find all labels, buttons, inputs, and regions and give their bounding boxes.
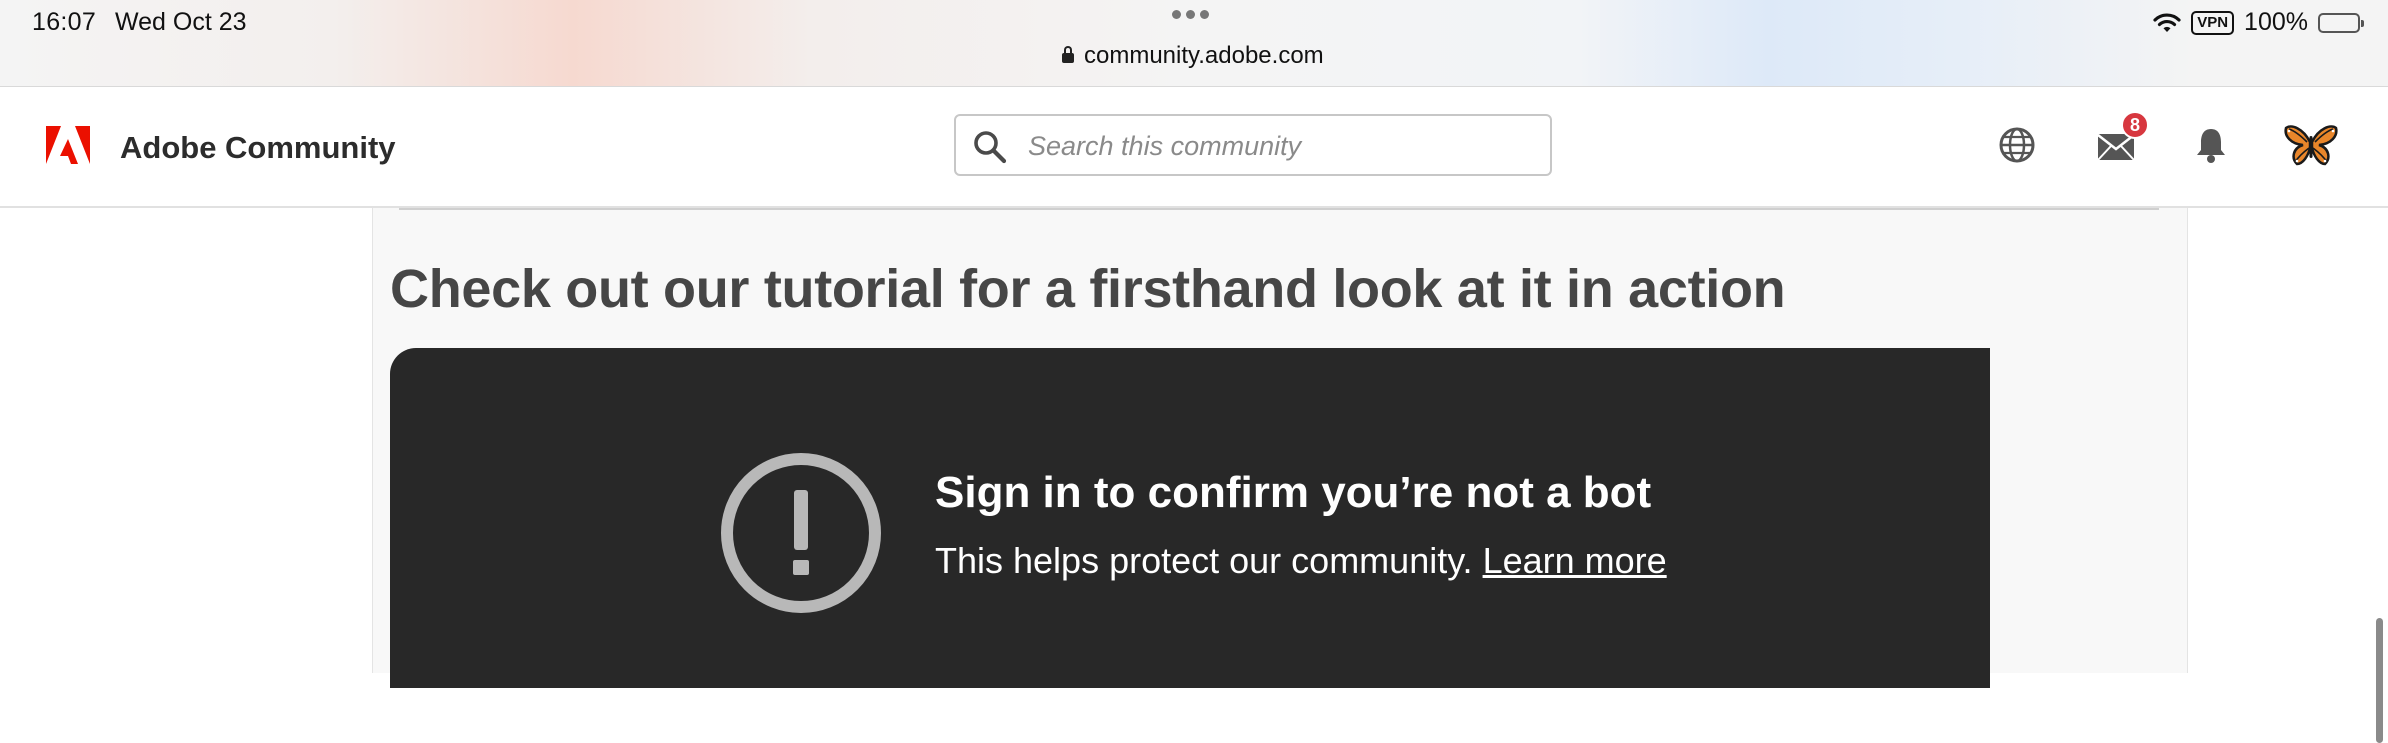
search-box[interactable] bbox=[954, 114, 1552, 176]
page-body: Check out our tutorial for a firsthand l… bbox=[0, 208, 2388, 743]
video-embed[interactable]: Sign in to confirm you’re not a bot This… bbox=[390, 348, 1990, 688]
status-time: 16:07 bbox=[32, 8, 97, 36]
site-header: Adobe Community 8 bbox=[0, 87, 2388, 208]
address-bar[interactable]: community.adobe.com bbox=[1062, 42, 1324, 70]
multitasking-dots-icon[interactable] bbox=[1172, 10, 1209, 19]
content-column: Check out our tutorial for a firsthand l… bbox=[372, 208, 2188, 688]
messages-badge: 8 bbox=[2121, 111, 2149, 139]
mail-icon[interactable]: 8 bbox=[2093, 111, 2149, 169]
adobe-logo-icon[interactable] bbox=[46, 126, 90, 164]
video-error-text: This helps protect our community. bbox=[935, 540, 1473, 581]
section-heading: Check out our tutorial for a firsthand l… bbox=[390, 259, 1786, 319]
lock-icon bbox=[1062, 46, 1074, 63]
status-bar: 16:07 Wed Oct 23 community.adobe.com VPN… bbox=[0, 0, 2388, 87]
battery-percent: 100% bbox=[2244, 8, 2308, 36]
wifi-icon bbox=[2153, 12, 2181, 32]
status-date: Wed Oct 23 bbox=[115, 8, 247, 36]
video-error-title: Sign in to confirm you’re not a bot bbox=[935, 468, 1652, 517]
url-text: community.adobe.com bbox=[1084, 42, 1324, 69]
learn-more-link[interactable]: Learn more bbox=[1483, 540, 1667, 581]
search-icon[interactable] bbox=[972, 129, 1008, 165]
brand-title[interactable]: Adobe Community bbox=[120, 130, 396, 166]
video-error-message: This helps protect our community. Learn … bbox=[935, 540, 1667, 582]
status-indicators: VPN 100% bbox=[2153, 8, 2364, 37]
scrollbar[interactable] bbox=[2376, 618, 2383, 743]
battery-icon bbox=[2318, 12, 2364, 33]
warning-icon bbox=[721, 453, 881, 613]
bell-icon[interactable] bbox=[2187, 121, 2235, 169]
search-input[interactable] bbox=[1026, 126, 1530, 166]
vpn-badge: VPN bbox=[2191, 10, 2235, 35]
divider bbox=[399, 208, 2159, 210]
avatar[interactable] bbox=[2283, 121, 2339, 169]
globe-icon[interactable] bbox=[1993, 121, 2041, 169]
